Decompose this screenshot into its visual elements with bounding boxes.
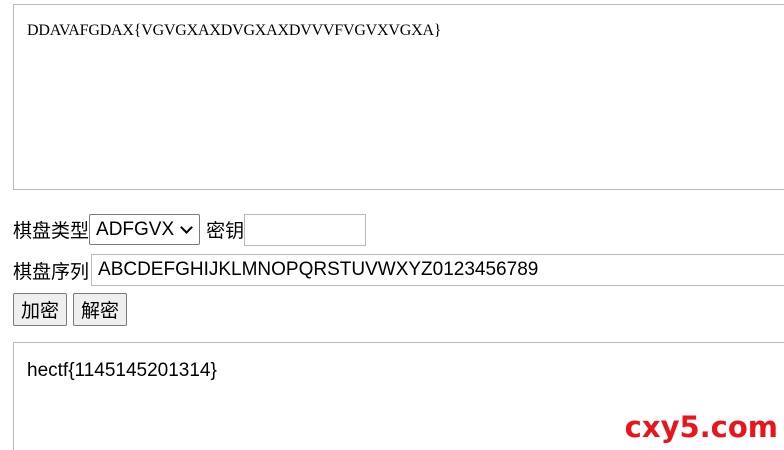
board-sequence-row: 棋盘序列 ABCDEFGHIJKLMNOPQRSTUVWXYZ012345678… bbox=[13, 254, 784, 286]
board-type-row: 棋盘类型 ADFGVX 密钥 bbox=[13, 213, 367, 246]
board-type-selected: ADFGVX bbox=[96, 218, 175, 240]
result-value: hectf{1145145201314} bbox=[27, 360, 217, 381]
board-sequence-value: ABCDEFGHIJKLMNOPQRSTUVWXYZ0123456789 bbox=[98, 259, 539, 280]
key-input[interactable] bbox=[244, 213, 367, 246]
board-sequence-label: 棋盘序列 bbox=[13, 261, 90, 283]
adfgvx-cipher-tool: DDAVAFGDAX{VGVGXAXDVGXAXDVVVFVGVXVGXA} 棋… bbox=[0, 0, 784, 450]
ciphertext-textarea[interactable]: DDAVAFGDAX{VGVGXAXDVGXAXDVVVFVGVXVGXA} bbox=[13, 4, 784, 190]
action-buttons: 加密 解密 bbox=[13, 293, 133, 326]
chevron-down-icon bbox=[180, 221, 194, 234]
board-type-select[interactable]: ADFGVX bbox=[89, 214, 201, 245]
board-sequence-input[interactable]: ABCDEFGHIJKLMNOPQRSTUVWXYZ0123456789 bbox=[91, 254, 784, 286]
key-label: 密钥 bbox=[206, 221, 245, 242]
decrypt-button[interactable]: 解密 bbox=[73, 293, 128, 326]
board-type-label: 棋盘类型 bbox=[13, 221, 90, 242]
encrypt-button[interactable]: 加密 bbox=[13, 293, 68, 326]
watermark-logo: cxy5.com bbox=[624, 410, 778, 444]
ciphertext-value: DDAVAFGDAX{VGVGXAXDVGXAXDVVVFVGVXVGXA} bbox=[27, 22, 442, 39]
